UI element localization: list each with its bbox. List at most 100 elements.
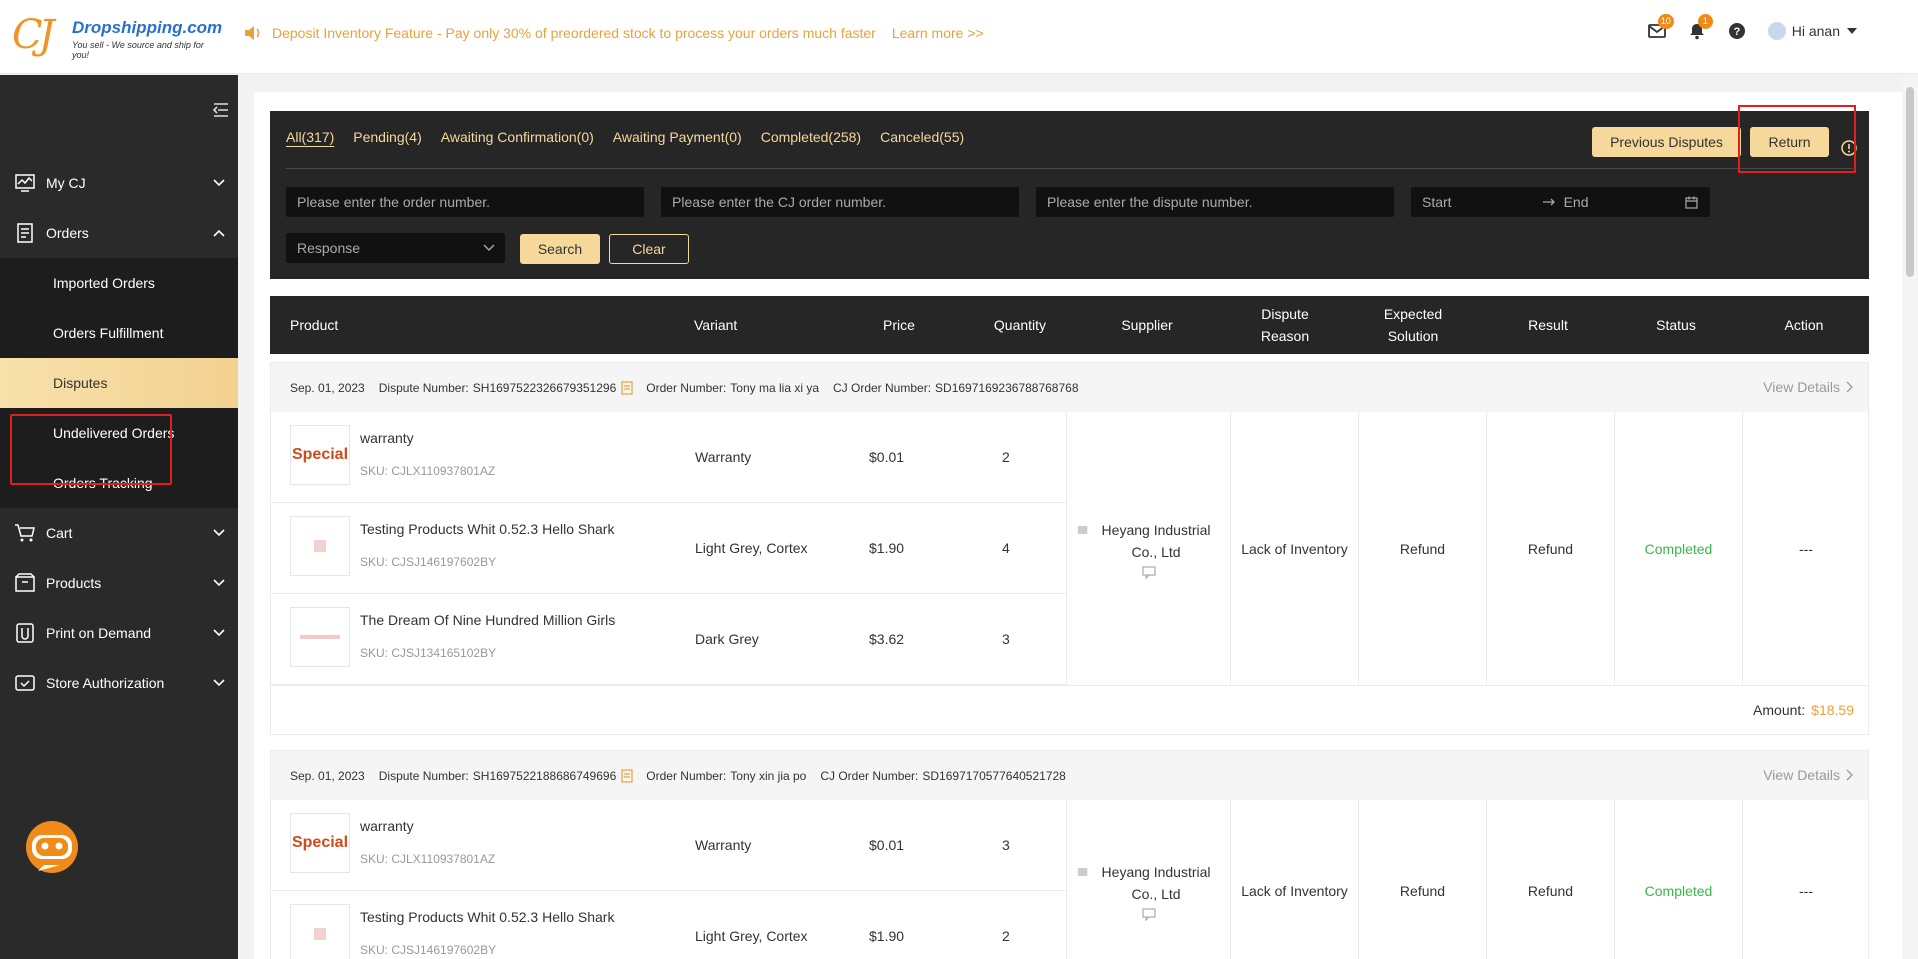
copy-icon[interactable] [620, 768, 634, 783]
sidebar-item-orders[interactable]: Orders [0, 208, 238, 258]
sidebar-item-print-on-demand[interactable]: Print on Demand [0, 608, 238, 658]
table-row: Testing Products Whit 0.52.3 Hello Shark… [271, 891, 1066, 959]
chevron-up-icon [213, 229, 225, 237]
notification-button[interactable]: 1 [1688, 14, 1713, 40]
print-icon [16, 623, 34, 643]
product-name[interactable]: The Dream Of Nine Hundred Million Girls [360, 612, 615, 628]
user-menu[interactable]: Hi anan [1767, 22, 1858, 40]
variant: Dark Grey [695, 631, 759, 647]
table-row: Special warranty SKU: CJLX110937801AZ Wa… [271, 800, 1066, 891]
dispute-reason: Lack of Inventory [1230, 800, 1358, 959]
tab-awaiting-payment[interactable]: Awaiting Payment(0) [613, 129, 742, 145]
sidebar-item-orders-fulfillment[interactable]: Orders Fulfillment [0, 308, 238, 358]
sidebar: My CJ Orders Imported Orders Orders Fulf… [0, 75, 238, 959]
highlight-box-disputes [10, 414, 172, 485]
amount-value: $18.59 [1811, 702, 1854, 718]
sidebar-item-label: Cart [46, 525, 73, 541]
sidebar-item-products[interactable]: Products [0, 558, 238, 608]
notice-bar: Deposit Inventory Feature - Pay only 30%… [244, 25, 984, 41]
support-robot-icon[interactable] [18, 817, 90, 881]
clear-button[interactable]: Clear [609, 234, 689, 264]
page-scrollbar[interactable] [1902, 75, 1918, 959]
collapse-menu-icon[interactable] [212, 101, 230, 119]
svg-text:?: ? [1733, 26, 1740, 38]
sidebar-item-store-authorization[interactable]: Store Authorization [0, 658, 238, 708]
table-row: Testing Products Whit 0.52.3 Hello Shark… [271, 503, 1066, 594]
supplier-name[interactable]: Heyang Industrial Co., Ltd [1092, 519, 1220, 563]
column-header-price: Price [883, 317, 915, 333]
date-range-picker[interactable]: Start End [1411, 187, 1710, 217]
order-amount: Amount: $18.59 [271, 685, 1868, 734]
tab-pending[interactable]: Pending(4) [353, 129, 422, 145]
store-icon [15, 675, 35, 691]
dispute-number-label: Dispute Number: [378, 380, 469, 395]
highlight-box-return [1738, 105, 1856, 173]
chevron-down-icon [213, 679, 225, 687]
product-image-placeholder-icon [300, 635, 340, 639]
variant: Warranty [695, 449, 752, 465]
notice-text: Deposit Inventory Feature - Pay only 30%… [272, 25, 876, 41]
main-content: All(317) Pending(4) Awaiting Confirmatio… [254, 92, 1902, 959]
column-header-action: Action [1784, 317, 1824, 333]
learn-more-link[interactable]: Learn more >> [892, 25, 984, 41]
sidebar-item-label: My CJ [46, 175, 86, 191]
view-details-link[interactable]: View Details [1763, 379, 1854, 395]
dashboard-icon [15, 174, 35, 192]
sidebar-item-cart[interactable]: Cart [0, 508, 238, 558]
supplier-name[interactable]: Heyang Industrial Co., Ltd [1092, 861, 1220, 905]
tab-awaiting-confirmation[interactable]: Awaiting Confirmation(0) [441, 129, 594, 145]
product-thumbnail[interactable] [290, 607, 350, 667]
sidebar-item-imported-orders[interactable]: Imported Orders [0, 258, 238, 308]
mail-button[interactable]: 10 [1647, 14, 1674, 40]
previous-disputes-button[interactable]: Previous Disputes [1592, 127, 1741, 157]
sidebar-item-my-cj[interactable]: My CJ [0, 158, 238, 208]
cj-order-number-input[interactable]: Please enter the CJ order number. [661, 187, 1019, 217]
response-select-value: Response [297, 240, 361, 256]
logo-slogan: You sell - We source and ship for you! [72, 40, 204, 60]
chevron-down-icon [483, 244, 495, 251]
help-button[interactable]: ? [1728, 22, 1746, 40]
logo-brand: Dropshipping.com [72, 18, 223, 37]
help-icon: ? [1728, 23, 1745, 39]
product-thumbnail[interactable]: Special [290, 813, 350, 873]
store-icon [1077, 868, 1088, 876]
product-name[interactable]: warranty [360, 430, 414, 446]
action-cell: --- [1742, 800, 1869, 959]
dispute-number-input[interactable]: Please enter the dispute number. [1036, 187, 1394, 217]
copy-icon[interactable] [620, 380, 634, 395]
tab-canceled[interactable]: Canceled(55) [880, 129, 964, 145]
dispute-order-card: Sep. 01, 2023 Dispute Number: SH16975223… [270, 362, 1869, 735]
cj-logo[interactable]: CJ Dropshipping.com You sell - We source… [12, 14, 222, 60]
view-details-link[interactable]: View Details [1763, 767, 1854, 783]
box-icon [15, 573, 35, 592]
chat-icon[interactable] [1141, 565, 1157, 579]
product-thumbnail[interactable] [290, 904, 350, 959]
arrow-right-icon [1542, 198, 1555, 206]
avatar [1767, 22, 1786, 40]
product-name[interactable]: Testing Products Whit 0.52.3 Hello Shark [360, 909, 614, 925]
scrollbar-thumb[interactable] [1906, 87, 1914, 277]
view-details-label: View Details [1763, 379, 1840, 395]
product-name[interactable]: Testing Products Whit 0.52.3 Hello Shark [360, 521, 614, 537]
sidebar-item-disputes[interactable]: Disputes [0, 358, 238, 408]
order-number-input[interactable]: Please enter the order number. [286, 187, 644, 217]
search-button[interactable]: Search [520, 234, 600, 264]
tab-completed[interactable]: Completed(258) [761, 129, 861, 145]
cj-order-number-label: CJ Order Number: [820, 768, 919, 783]
column-header-result: Result [1528, 317, 1568, 333]
response-select[interactable]: Response [286, 233, 505, 263]
table-header: Product Variant Price Quantity Supplier … [270, 296, 1869, 354]
order-number-label: Order Number: [646, 768, 727, 783]
product-thumbnail[interactable] [290, 516, 350, 576]
tab-all[interactable]: All(317) [286, 129, 334, 145]
product-thumbnail[interactable]: Special [290, 425, 350, 485]
variant: Warranty [695, 837, 752, 853]
bell-badge: 1 [1697, 14, 1713, 29]
table-row: Special warranty SKU: CJLX110937801AZ Wa… [271, 412, 1066, 503]
mail-badge: 10 [1657, 14, 1674, 29]
cart-icon [15, 524, 35, 542]
chat-icon[interactable] [1141, 907, 1157, 921]
quantity: 3 [1002, 837, 1010, 853]
table-row: The Dream Of Nine Hundred Million Girls … [271, 594, 1066, 685]
product-name[interactable]: warranty [360, 818, 414, 834]
